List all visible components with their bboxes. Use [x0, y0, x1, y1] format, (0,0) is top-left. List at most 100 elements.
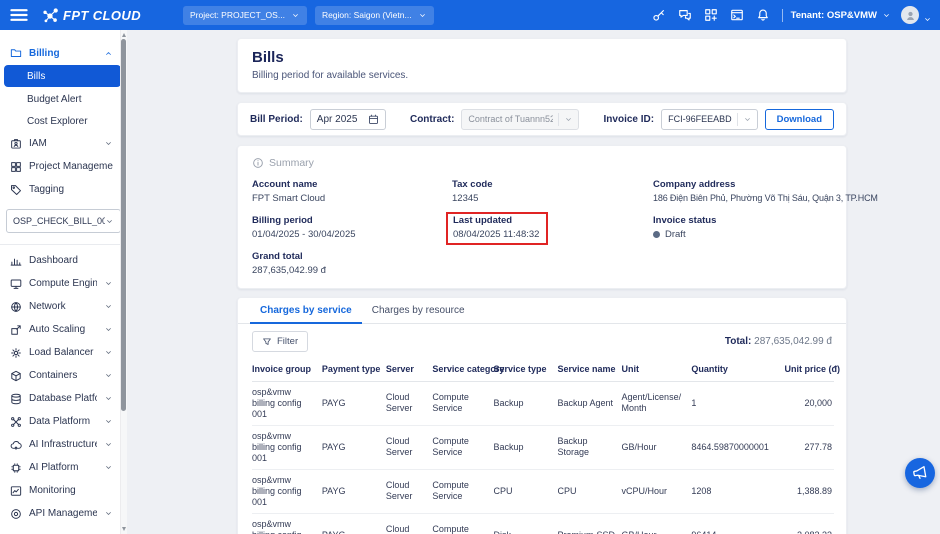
sidebar-item-label: API Management	[29, 508, 97, 519]
cell-service-name: Premium-SSD	[557, 513, 622, 534]
summary-title: Summary	[269, 157, 314, 169]
network-icon	[10, 301, 22, 313]
topbar: FPT CLOUD Project: PROJECT_OS... Region:…	[0, 0, 940, 30]
invoice-id-value: FCI-96FEEABD	[668, 114, 732, 124]
support-chat-icon[interactable]	[672, 5, 698, 25]
cell-payment-type: PAYG	[321, 381, 386, 426]
invoice-id-select[interactable]: FCI-96FEEABD	[661, 108, 758, 130]
table-row: osp&vmw billing config 001PAYGCloud Serv…	[252, 469, 834, 514]
sidebar-scrollbar[interactable]	[120, 30, 127, 534]
sidebar-item-load-balancer[interactable]: Load Balancer	[0, 341, 127, 364]
chevron-down-icon	[104, 394, 113, 403]
column-header-invoice-group: Invoice group	[252, 359, 322, 382]
sidebar-item-dashboard[interactable]: Dashboard	[0, 249, 127, 272]
sidebar-item-label: Load Balancer	[29, 347, 94, 358]
sidebar-item-tagging[interactable]: Tagging	[0, 178, 127, 201]
sidebar-item-api-management[interactable]: API Management	[0, 502, 127, 525]
apps-grid-icon[interactable]	[698, 5, 724, 25]
fpt-cloud-logo[interactable]: FPT CLOUD	[42, 7, 141, 24]
region-selector-label: Region: Saigon (Vietn...	[321, 10, 412, 20]
cell-service-category: Compute Service	[432, 469, 494, 514]
download-button[interactable]: Download	[764, 108, 835, 130]
megaphone-icon	[912, 465, 928, 481]
cell-service-category: Compute Service	[432, 513, 494, 534]
bill-period-datepicker[interactable]: Apr 2025	[309, 108, 386, 130]
load-balancer-icon	[10, 347, 22, 359]
filter-bar-card: Bill Period: Apr 2025 Contract: Contract…	[237, 102, 847, 136]
sidebar-item-containers[interactable]: Containers	[0, 364, 127, 387]
contract-label: Contract:	[409, 113, 455, 125]
charges-tabs: Charges by service Charges by resource	[238, 298, 846, 324]
info-icon	[252, 157, 264, 169]
contract-select[interactable]: Contract of Tuannn52...	[461, 108, 580, 130]
billing-folder-icon	[10, 47, 22, 59]
cell-service-name: Backup Storage	[557, 425, 622, 470]
tax-code-value: 12345	[452, 193, 479, 204]
summary-card: Summary Account name FPT Smart Cloud Tax…	[237, 145, 878, 289]
sidebar-item-network[interactable]: Network	[0, 295, 127, 318]
sidebar-item-compute-engine[interactable]: Compute Engine	[0, 272, 127, 295]
cell-payment-type: PAYG	[321, 425, 386, 470]
chevron-down-icon	[291, 11, 300, 20]
summary-account-name: Account name FPT Smart Cloud	[252, 179, 452, 204]
chevron-down-icon	[564, 115, 573, 124]
cell-server: Cloud Server	[385, 381, 433, 426]
chevron-down-icon	[418, 11, 427, 20]
last-updated-highlight: Last updated 08/04/2025 11:48:32	[446, 212, 549, 245]
iam-badge-icon	[10, 138, 22, 150]
status-badge: Draft	[665, 229, 686, 240]
tenant-selector[interactable]: Tenant: OSP&VMW	[791, 10, 891, 21]
sidebar: Billing Bills Budget Alert Cost Explorer…	[0, 30, 127, 534]
cell-invoice-group: osp&vmw billing config 001	[252, 425, 322, 470]
sidebar-item-iam[interactable]: IAM	[0, 132, 127, 155]
sidebar-item-bills[interactable]: Bills	[4, 65, 121, 87]
sidebar-item-data-platform[interactable]: Data Platform	[0, 410, 127, 433]
key-icon[interactable]	[646, 5, 672, 25]
user-menu[interactable]	[901, 6, 932, 24]
sidebar-project-select[interactable]: OSP_CHECK_BILL_001	[6, 209, 121, 233]
column-header-quantity: Quantity	[691, 359, 785, 382]
sidebar-item-auto-scaling[interactable]: Auto Scaling	[0, 318, 127, 341]
scrollbar-down-arrow-icon[interactable]	[122, 527, 126, 531]
sidebar-item-label: Network	[29, 301, 66, 312]
total-label: Total:	[724, 336, 752, 347]
sidebar-item-bills-label: Bills	[27, 70, 46, 82]
tab-charges-by-service[interactable]: Charges by service	[250, 298, 362, 324]
ai-infrastructure-icon	[10, 439, 22, 451]
cell-unit-price: 2,083.33	[784, 513, 834, 534]
funnel-icon	[262, 337, 272, 347]
sidebar-item-project-management[interactable]: Project Management	[0, 155, 127, 178]
select-divider	[736, 112, 738, 126]
page-title: Bills	[252, 49, 284, 66]
cell-quantity: 8464.59870000001	[691, 425, 785, 470]
sidebar-item-monitoring[interactable]: Monitoring	[0, 479, 127, 502]
console-window-icon[interactable]	[724, 5, 750, 25]
summary-last-updated: Last updated 08/04/2025 11:48:32	[446, 212, 653, 245]
sidebar-item-database-platform[interactable]: Database Platform	[0, 387, 127, 410]
cell-quantity: 96414	[691, 513, 785, 534]
region-selector[interactable]: Region: Saigon (Vietn...	[314, 5, 434, 25]
cell-service-type: Backup	[493, 425, 558, 470]
scrollbar-thumb[interactable]	[121, 39, 126, 411]
column-header-service-name: Service name	[557, 359, 622, 382]
hamburger-menu-icon[interactable]	[8, 4, 30, 26]
chevron-down-icon	[104, 440, 113, 449]
chevron-down-icon	[104, 279, 113, 288]
sidebar-item-label: Data Platform	[29, 416, 91, 427]
summary-grand-total: Grand total 287,635,042.99 đ	[252, 251, 452, 276]
sidebar-item-ai-platform[interactable]: AI Platform	[0, 456, 127, 479]
sidebar-group-billing[interactable]: Billing	[0, 42, 127, 64]
sidebar-item-cost-explorer[interactable]: Cost Explorer	[0, 110, 127, 132]
sidebar-item-budget-alert[interactable]: Budget Alert	[0, 88, 127, 110]
topbar-divider	[781, 8, 783, 22]
sidebar-item-label: Compute Engine	[29, 278, 97, 289]
project-selector[interactable]: Project: PROJECT_OS...	[182, 5, 307, 25]
scrollbar-up-arrow-icon[interactable]	[122, 33, 126, 37]
filter-button[interactable]: Filter	[252, 331, 309, 352]
sidebar-item-ai-infrastructure[interactable]: AI Infrastructure	[0, 433, 127, 456]
summary-tax-code: Tax code 12345	[452, 179, 653, 204]
feedback-megaphone-button[interactable]	[905, 458, 935, 488]
notifications-bell-icon[interactable]	[750, 5, 776, 25]
project-selector-label: Project: PROJECT_OS...	[189, 10, 285, 20]
tab-charges-by-resource[interactable]: Charges by resource	[362, 298, 475, 324]
